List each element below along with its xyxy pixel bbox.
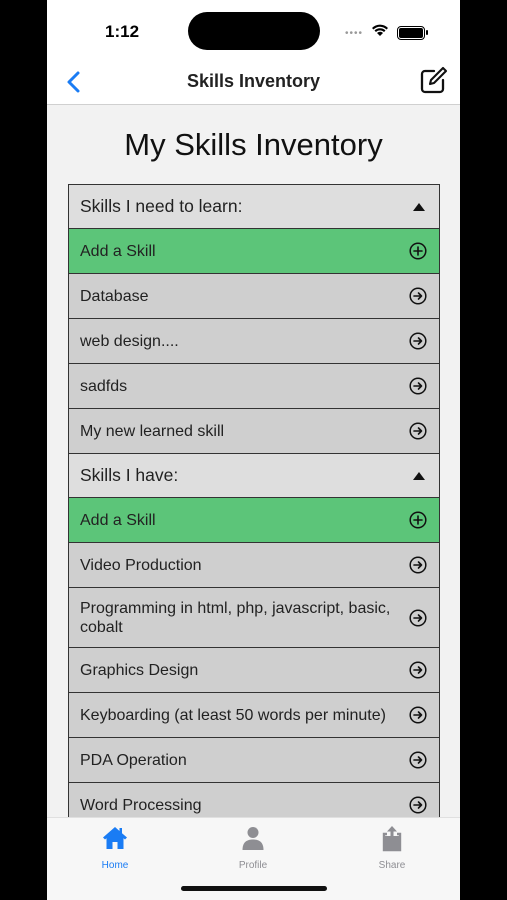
skill-label: web design.... xyxy=(80,332,179,350)
wifi-icon xyxy=(372,24,388,36)
arrow-circle-icon xyxy=(409,796,427,814)
skill-label: Word Processing xyxy=(80,796,202,814)
skill-row[interactable]: Programming in html, php, javascript, ba… xyxy=(69,588,439,648)
dynamic-island xyxy=(188,12,320,50)
skill-row[interactable]: PDA Operation xyxy=(69,738,439,783)
skill-label: PDA Operation xyxy=(80,751,187,769)
section-header-need-to-learn[interactable]: Skills I need to learn: xyxy=(69,185,439,229)
skill-row[interactable]: My new learned skill xyxy=(69,409,439,454)
plus-circle-icon xyxy=(409,242,427,260)
tab-share[interactable]: Share xyxy=(347,824,437,871)
home-indicator[interactable] xyxy=(181,886,327,891)
skill-label: Database xyxy=(80,287,149,305)
arrow-circle-icon xyxy=(409,608,427,627)
add-skill-button[interactable]: Add a Skill xyxy=(69,229,439,274)
arrow-circle-icon xyxy=(409,556,427,574)
skill-row[interactable]: Keyboarding (at least 50 words per minut… xyxy=(69,693,439,738)
navigation-bar: Skills Inventory xyxy=(47,60,460,105)
skill-label: Programming in html, php, javascript, ba… xyxy=(80,599,391,636)
arrow-circle-icon xyxy=(409,661,427,679)
skill-label: Keyboarding (at least 50 words per minut… xyxy=(80,706,386,724)
skill-label: sadfds xyxy=(80,377,128,395)
phone-screen: 1:12 •••• Skills Inventory My Skills Inv… xyxy=(47,0,460,900)
tab-home[interactable]: Home xyxy=(70,824,160,871)
person-icon xyxy=(242,827,264,850)
nav-title: Skills Inventory xyxy=(186,71,321,91)
skill-row[interactable]: web design.... xyxy=(69,319,439,364)
skill-row[interactable]: Graphics Design xyxy=(69,648,439,693)
tab-label: Share xyxy=(378,860,406,871)
battery-icon xyxy=(397,26,428,40)
arrow-circle-icon xyxy=(409,287,427,305)
add-skill-label: Add a Skill xyxy=(80,511,156,529)
skill-label: Graphics Design xyxy=(80,661,199,679)
arrow-circle-icon xyxy=(409,422,427,440)
compose-icon[interactable] xyxy=(417,65,449,97)
collapse-triangle-icon xyxy=(413,471,425,480)
house-icon xyxy=(103,827,127,849)
skill-row[interactable]: Database xyxy=(69,274,439,319)
content-area: My Skills Inventory Skills I need to lea… xyxy=(47,105,460,817)
tab-label: Home xyxy=(101,860,129,871)
section-header-label: Skills I need to learn: xyxy=(80,196,243,216)
section-header-label: Skills I have: xyxy=(80,465,179,485)
tab-bar: Home Profile Share xyxy=(47,817,460,900)
skill-row[interactable]: Word Processing xyxy=(69,783,439,817)
section-header-have[interactable]: Skills I have: xyxy=(69,454,439,498)
signal-icon: •••• xyxy=(345,28,364,39)
skill-row[interactable]: Video Production xyxy=(69,543,439,588)
share-icon xyxy=(382,826,402,852)
status-time: 1:12 xyxy=(105,22,140,41)
skills-list: Skills I need to learn: Add a Skill Data… xyxy=(68,184,440,817)
page-title: My Skills Inventory xyxy=(124,127,383,162)
skill-label: My new learned skill xyxy=(80,422,225,440)
tab-label: Profile xyxy=(238,860,268,871)
plus-circle-icon xyxy=(409,511,427,529)
add-skill-button[interactable]: Add a Skill xyxy=(69,498,439,543)
add-skill-label: Add a Skill xyxy=(80,242,156,260)
arrow-circle-icon xyxy=(409,332,427,350)
skill-row[interactable]: sadfds xyxy=(69,364,439,409)
skill-label: Video Production xyxy=(80,556,202,574)
tab-profile[interactable]: Profile xyxy=(208,824,298,871)
arrow-circle-icon xyxy=(409,706,427,724)
status-bar: 1:12 •••• xyxy=(47,0,460,60)
arrow-circle-icon xyxy=(409,377,427,395)
arrow-circle-icon xyxy=(409,751,427,769)
collapse-triangle-icon xyxy=(413,202,425,211)
